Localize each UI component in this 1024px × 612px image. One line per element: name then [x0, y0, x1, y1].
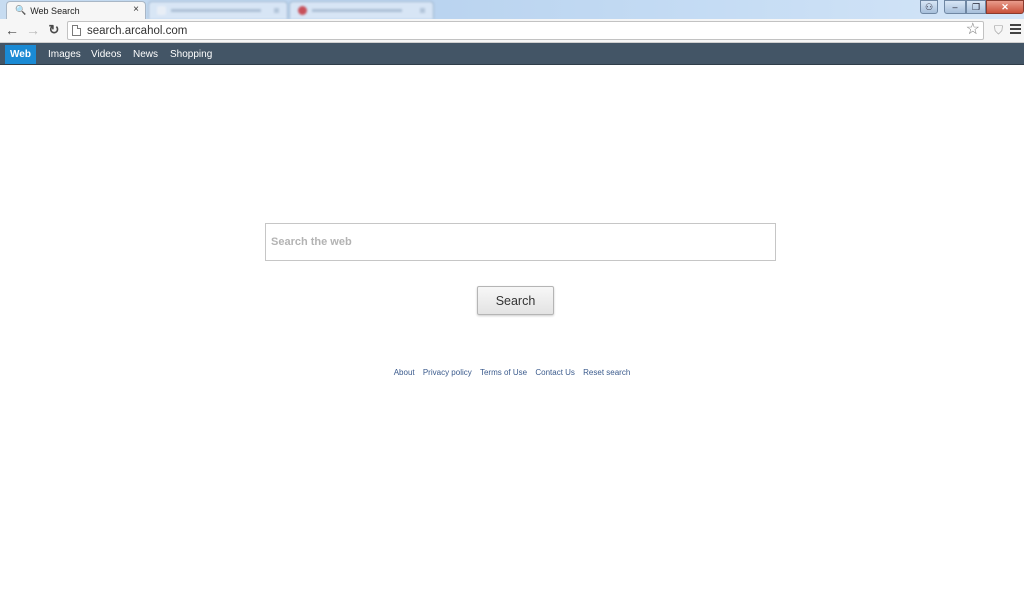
forward-arrow-icon[interactable]: →: [25, 22, 41, 38]
footer-link-privacy-policy[interactable]: Privacy policy: [423, 368, 472, 377]
search-box: [265, 223, 776, 261]
tab-web-search[interactable]: 🔍 Web Search ×: [6, 1, 146, 19]
search-icon: 🔍: [15, 5, 27, 15]
browser-toolbar: ← → ↻ search.arcahol.com ☆ ⛉: [0, 19, 1024, 43]
nav-item-videos[interactable]: Videos: [86, 45, 126, 64]
extension-shield-icon[interactable]: ⛉: [994, 23, 1003, 38]
user-profile-icon[interactable]: ⚇: [920, 0, 938, 14]
back-arrow-icon[interactable]: ←: [4, 22, 20, 38]
footer-links: About Privacy policy Terms of Use Contac…: [0, 368, 1024, 377]
tab-close-icon[interactable]: [420, 8, 425, 13]
search-button[interactable]: Search: [477, 286, 554, 315]
window-controls: ⚇ – ❐ ✕: [920, 0, 1024, 14]
footer-link-contact-us[interactable]: Contact Us: [535, 368, 575, 377]
hamburger-menu-icon[interactable]: [1010, 24, 1021, 36]
background-tab-2[interactable]: [289, 1, 434, 19]
nav-item-web[interactable]: Web: [5, 45, 36, 64]
title-bar: 🔍 Web Search × ⚇ – ❐ ✕: [0, 0, 1024, 19]
nav-item-news[interactable]: News: [128, 45, 163, 64]
bookmark-star-icon[interactable]: ☆: [966, 21, 980, 39]
footer-link-about[interactable]: About: [394, 368, 415, 377]
tab-favicon-icon: [298, 6, 307, 15]
search-input[interactable]: [266, 224, 775, 260]
close-window-button[interactable]: ✕: [986, 0, 1024, 14]
footer-link-terms-of-use[interactable]: Terms of Use: [480, 368, 527, 377]
site-nav: Web Images Videos News Shopping: [0, 43, 1024, 65]
tab-close-icon[interactable]: ×: [133, 4, 139, 15]
nav-item-shopping[interactable]: Shopping: [165, 45, 217, 64]
footer-link-reset-search[interactable]: Reset search: [583, 368, 630, 377]
maximize-button[interactable]: ❐: [966, 0, 986, 14]
page-icon: [72, 25, 81, 36]
reload-icon[interactable]: ↻: [46, 22, 62, 38]
tab-title-blurred: [312, 9, 402, 12]
tab-title-blurred: [171, 9, 261, 12]
tab-title: Web Search: [30, 5, 80, 16]
nav-item-images[interactable]: Images: [43, 45, 86, 64]
url-text[interactable]: search.arcahol.com: [87, 25, 187, 37]
tab-close-icon[interactable]: [274, 8, 279, 13]
background-tab-1[interactable]: [148, 1, 288, 19]
tab-favicon-icon: [157, 6, 166, 15]
minimize-button[interactable]: –: [944, 0, 966, 14]
address-bar[interactable]: search.arcahol.com: [67, 21, 984, 40]
